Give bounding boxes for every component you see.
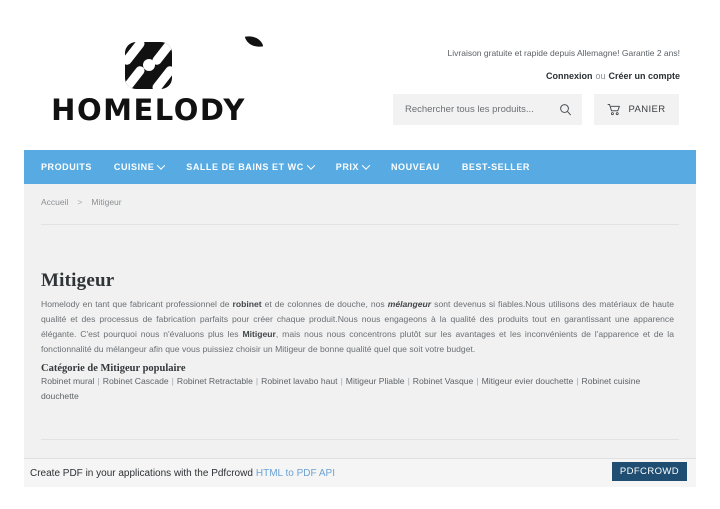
- category-link[interactable]: Robinet Vasque: [413, 376, 474, 386]
- breadcrumb-arrow: >: [77, 197, 83, 207]
- nav-label: NOUVEAU: [391, 162, 440, 172]
- link-separator: |: [340, 376, 343, 386]
- site-header: HOMELODY Livraison gratuite et rapide de…: [24, 0, 696, 150]
- divider-bottom: [41, 439, 679, 440]
- link-separator: |: [171, 376, 174, 386]
- logo-center-dot: [143, 59, 155, 71]
- nav-item-best-seller[interactable]: BEST-SELLER: [462, 162, 530, 172]
- pdfcrowd-text: Create PDF in your applications with the…: [30, 468, 335, 479]
- chevron-down-icon: [306, 161, 316, 170]
- section-subheading: Catégorie de Mitigeur populaire: [41, 362, 186, 374]
- category-link[interactable]: Robinet lavabo haut: [261, 376, 337, 386]
- chevron-down-icon: [157, 161, 166, 170]
- leaf-icon: [244, 33, 264, 50]
- cart-button[interactable]: PANIER: [594, 94, 679, 125]
- create-account-link[interactable]: Créer un compte: [608, 71, 680, 81]
- nav-label: CUISINE: [113, 162, 155, 172]
- breadcrumb-home[interactable]: Accueil: [41, 197, 68, 207]
- nav-item-salle-de-bains-et-wc[interactable]: SALLE DE BAINS ET WC: [186, 161, 316, 172]
- chevron-down-icon: [361, 161, 371, 170]
- search-icon: [559, 104, 571, 116]
- nav-label: BEST-SELLER: [461, 162, 530, 172]
- cart-label: PANIER: [628, 104, 666, 115]
- nav-label: PRODUITS: [41, 162, 92, 172]
- pdfcrowd-message: Create PDF in your applications with the…: [30, 467, 253, 479]
- paragraph-bold-melangeur: mélangeur: [387, 298, 432, 309]
- paragraph-segment: Homelody en tant que fabricant professio…: [41, 298, 233, 309]
- breadcrumb: Accueil > Mitigeur: [41, 197, 122, 207]
- link-separator: |: [476, 376, 479, 386]
- page-title: Mitigeur: [41, 269, 115, 291]
- search-input[interactable]: [393, 104, 548, 115]
- category-link[interactable]: Robinet mural: [41, 376, 95, 386]
- paragraph-bold-mitigeur: Mitigeur: [242, 329, 276, 339]
- main-navigation: PRODUITS CUISINE SALLE DE BAINS ET WC PR…: [24, 150, 696, 184]
- html-to-pdf-api-link[interactable]: HTML to PDF API: [256, 468, 335, 479]
- intro-paragraph: Homelody en tant que fabricant professio…: [41, 297, 674, 358]
- pdfcrowd-footer-bar: Create PDF in your applications with the…: [24, 458, 696, 487]
- homelody-logo-icon: [125, 42, 172, 89]
- nav-label: PRIX: [335, 162, 359, 172]
- divider-top: [41, 224, 679, 225]
- breadcrumb-current: Mitigeur: [91, 197, 122, 207]
- link-separator: |: [255, 376, 259, 386]
- nav-item-prix[interactable]: PRIX: [335, 161, 371, 172]
- search-button[interactable]: [548, 94, 582, 125]
- page-root: HOMELODY Livraison gratuite et rapide de…: [24, 0, 696, 509]
- shopping-cart-icon: [608, 103, 621, 116]
- main-content: Accueil > Mitigeur Mitigeur Homelody en ta…: [24, 184, 696, 459]
- login-link[interactable]: Connexion: [546, 71, 593, 81]
- site-logo[interactable]: HOMELODY: [41, 33, 264, 127]
- link-separator: |: [407, 376, 410, 386]
- nav-item-produits[interactable]: PRODUITS: [41, 162, 92, 172]
- nav-item-nouveau[interactable]: NOUVEAU: [391, 162, 440, 172]
- paragraph-segment: et de colonnes de douche, nos: [261, 298, 388, 309]
- account-links: Connexion ou Créer un compte: [546, 71, 680, 81]
- shipping-note: Livraison gratuite et rapide depuis Alle…: [447, 48, 680, 58]
- category-link[interactable]: Robinet Cascade: [103, 376, 169, 386]
- pdfcrowd-badge[interactable]: PDFCROWD: [611, 462, 687, 481]
- logo-wordmark: HOMELODY: [51, 93, 246, 127]
- nav-label: SALLE DE BAINS ET WC: [186, 162, 304, 172]
- category-link[interactable]: Mitigeur Pliable: [346, 376, 405, 386]
- category-link[interactable]: Mitigeur evier douchette: [482, 376, 574, 386]
- nav-item-cuisine[interactable]: CUISINE: [113, 161, 166, 172]
- or-separator: ou: [595, 71, 606, 81]
- category-link-list: Robinet mural | Robinet Cascade | Robinet Re…: [41, 374, 661, 403]
- search-box[interactable]: [393, 94, 582, 125]
- link-separator: |: [576, 376, 579, 386]
- link-separator: |: [97, 376, 100, 386]
- paragraph-bold-robinet: robinet: [232, 298, 262, 309]
- category-link[interactable]: Robinet Retractable: [177, 376, 253, 386]
